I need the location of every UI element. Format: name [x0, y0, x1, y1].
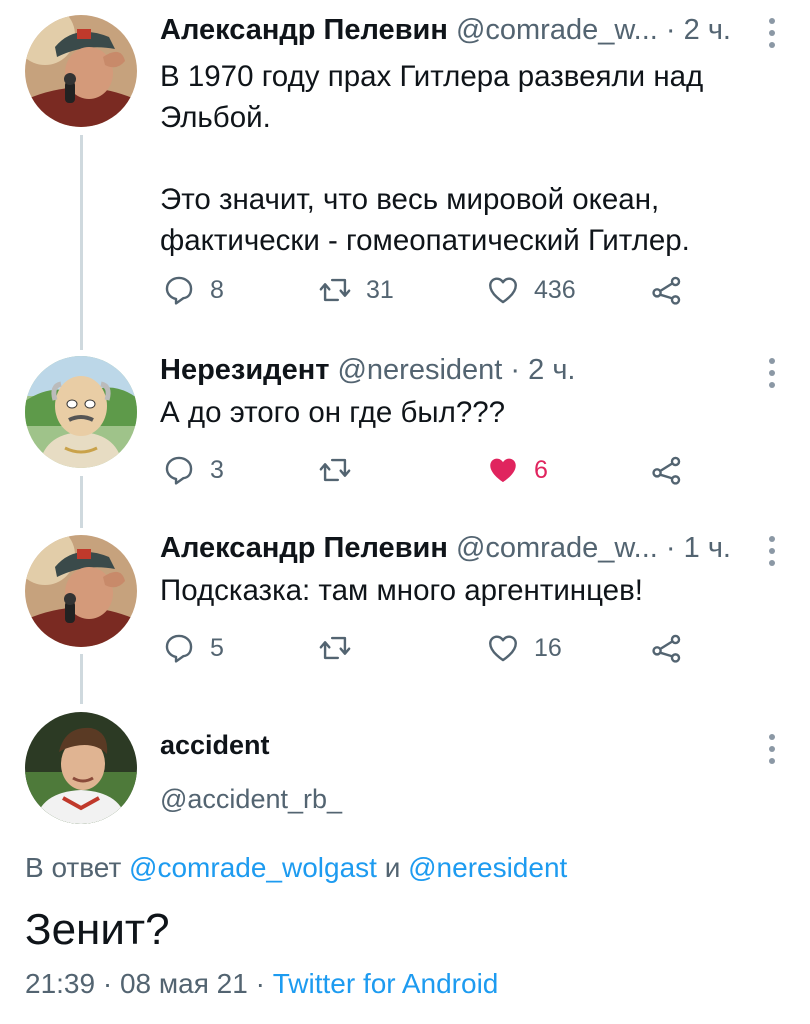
reply-icon [162, 453, 196, 487]
main-author-name[interactable]: accident [160, 730, 270, 761]
avatar-comrade[interactable] [25, 535, 137, 647]
tweet-metadata: 21:39 · 08 мая 21 · Twitter for Android [25, 968, 498, 1000]
author-handle[interactable]: @comrade_w... [456, 532, 658, 564]
more-options-icon[interactable] [768, 358, 776, 394]
reply-button[interactable]: 5 [162, 628, 224, 668]
reply-button[interactable]: 3 [162, 450, 224, 490]
share-button[interactable] [650, 450, 684, 490]
tweet[interactable]: Нерезидент @neresident · 2 ч. А до этого… [160, 352, 810, 492]
like-button[interactable]: 16 [486, 628, 562, 668]
tweet-header: Александр Пелевин @comrade_w... · 2 ч. [160, 12, 731, 48]
reply-icon [162, 631, 196, 665]
retweet-button[interactable] [318, 450, 366, 490]
tweet-date: 08 мая 21 [119, 968, 248, 999]
tweet-header: Нерезидент @neresident · 2 ч. [160, 352, 576, 388]
more-options-icon[interactable] [768, 734, 776, 770]
share-button[interactable] [650, 628, 684, 668]
author-name[interactable]: Нерезидент [160, 354, 329, 386]
tweet-actions: 8 31 436 [160, 270, 720, 310]
tweet[interactable]: Александр Пелевин @comrade_w... · 1 ч. П… [160, 530, 810, 670]
tweet-time: · 1 ч. [665, 532, 731, 564]
tweet-source-link[interactable]: Twitter for Android [273, 968, 499, 999]
tweet-time: · 2 ч. [665, 14, 731, 46]
author-handle[interactable]: @neresident [337, 354, 502, 386]
retweet-button[interactable]: 31 [318, 270, 394, 310]
author-name[interactable]: Александр Пелевин [160, 532, 448, 564]
reply-mention-neresident[interactable]: @neresident [408, 852, 567, 883]
tweet-header: Александр Пелевин @comrade_w... · 1 ч. [160, 530, 731, 566]
reply-button[interactable]: 8 [162, 270, 224, 310]
main-author-handle[interactable]: @accident_rb_ [160, 784, 342, 815]
tweet-text: Подсказка: там много аргентинцев! [160, 574, 643, 607]
tweet-actions: 3 6 [160, 450, 720, 490]
thread-line [80, 476, 83, 528]
more-options-icon[interactable] [768, 18, 776, 54]
reply-and: и [384, 852, 401, 883]
reply-context: В ответ @comrade_wolgast и @neresident [25, 852, 567, 884]
thread-line [80, 135, 83, 350]
share-icon [650, 631, 684, 665]
retweet-count: 31 [366, 275, 394, 304]
heart-icon [486, 273, 520, 307]
share-icon [650, 453, 684, 487]
tweet-time: 21:39 [25, 968, 96, 999]
more-options-icon[interactable] [768, 536, 776, 572]
tweet-time: · 2 ч. [510, 354, 576, 386]
like-count: 436 [534, 275, 576, 304]
share-button[interactable] [650, 270, 684, 310]
tweet-text: В 1970 году прах Гитлера развеяли над Эл… [160, 60, 704, 257]
reply-mention-comrade[interactable]: @comrade_wolgast [129, 852, 377, 883]
author-name[interactable]: Александр Пелевин [160, 14, 448, 46]
avatar-neresident[interactable] [25, 356, 137, 468]
separator: · [255, 968, 265, 999]
reply-count: 8 [210, 275, 224, 304]
tweet-text: А до этого он где был??? [160, 396, 506, 429]
author-handle[interactable]: @comrade_w... [456, 14, 658, 46]
like-count: 16 [534, 633, 562, 662]
retweet-icon [318, 273, 352, 307]
share-icon [650, 273, 684, 307]
main-tweet-text: Зенит? [25, 905, 170, 954]
avatar-accident[interactable] [25, 712, 137, 824]
retweet-icon [318, 631, 352, 665]
reply-count: 5 [210, 633, 224, 662]
reply-count: 3 [210, 455, 224, 484]
reply-icon [162, 273, 196, 307]
avatar-comrade[interactable] [25, 15, 137, 127]
heart-filled-icon [486, 453, 520, 487]
like-button[interactable]: 6 [486, 450, 548, 490]
separator: · [102, 968, 113, 999]
tweet-actions: 5 16 [160, 628, 720, 668]
like-button[interactable]: 436 [486, 270, 576, 310]
heart-icon [486, 631, 520, 665]
thread-line [80, 654, 83, 704]
reply-prefix: В ответ [25, 852, 122, 883]
tweet[interactable]: Александр Пелевин @comrade_w... · 2 ч. В… [160, 12, 810, 312]
retweet-button[interactable] [318, 628, 366, 668]
like-count: 6 [534, 455, 548, 484]
retweet-icon [318, 453, 352, 487]
